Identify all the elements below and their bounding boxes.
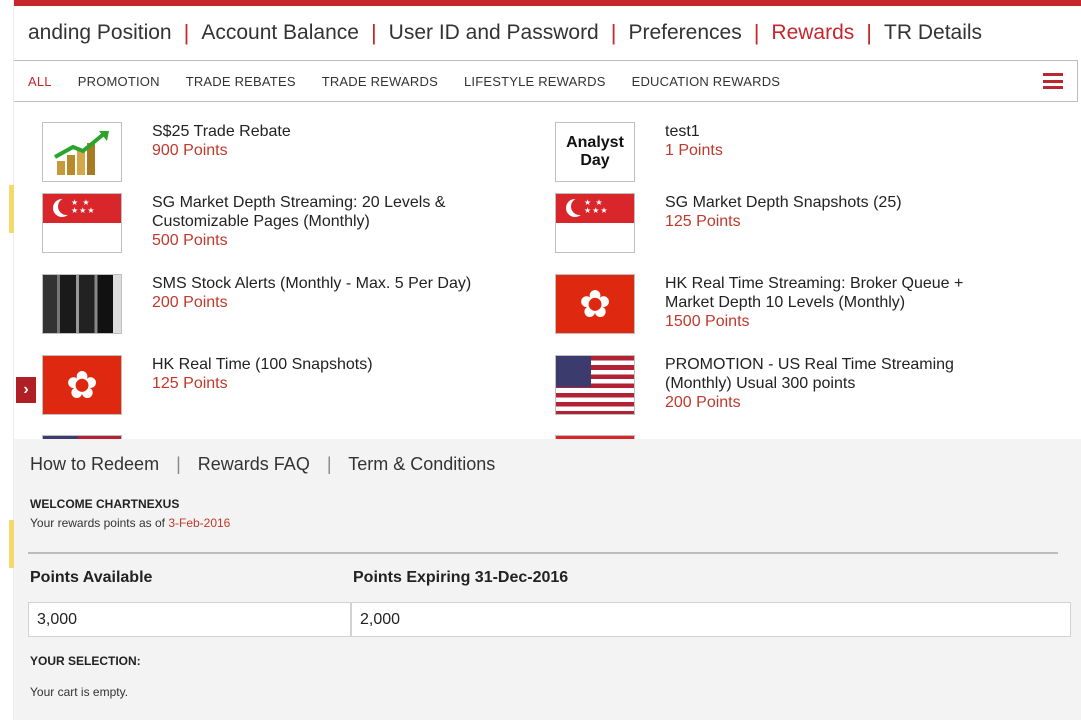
- reward-points: 900 Points: [152, 142, 228, 159]
- nav-item-standing-position[interactable]: anding Position: [28, 21, 172, 45]
- nav-separator: |: [370, 20, 377, 45]
- hk-flag-icon: ✿: [42, 355, 122, 415]
- terms-conditions-link[interactable]: Term & Conditions: [348, 454, 495, 474]
- expand-arrow-button[interactable]: ›: [16, 377, 36, 403]
- hamburger-icon[interactable]: [1043, 73, 1063, 89]
- hk-flag-icon: ✿: [555, 274, 635, 334]
- nav-item-user-id-password[interactable]: User ID and Password: [389, 21, 599, 45]
- as-of-date: 3-Feb-2016: [168, 516, 231, 530]
- points-available-value: 3,000: [28, 602, 351, 637]
- nav-separator: |: [183, 20, 190, 45]
- reward-points: 1500 Points: [665, 313, 750, 330]
- tab-promotion[interactable]: PROMOTION: [78, 74, 160, 89]
- top-navigation: anding Position | Account Balance | User…: [14, 0, 1081, 60]
- help-links: How to Redeem | Rewards FAQ | Term & Con…: [30, 454, 495, 475]
- as-of-prefix: Your rewards points as of: [30, 516, 169, 530]
- tab-education-rewards[interactable]: EDUCATION REWARDS: [632, 74, 781, 89]
- tab-trade-rewards[interactable]: TRADE REWARDS: [322, 74, 438, 89]
- reward-points: 1 Points: [665, 142, 723, 159]
- nav-separator: |: [610, 20, 617, 45]
- reward-title: PROMOTION - US Real Time Streaming (Mont…: [665, 356, 954, 392]
- how-to-redeem-link[interactable]: How to Redeem: [30, 454, 159, 474]
- points-expiring-value: 2,000: [351, 602, 1071, 637]
- tab-trade-rebates[interactable]: TRADE REBATES: [186, 74, 296, 89]
- points-expiring-label: Points Expiring 31-Dec-2016: [353, 569, 569, 586]
- us-flag-icon: [555, 355, 635, 415]
- nav-item-preferences[interactable]: Preferences: [628, 21, 741, 45]
- analyst-day-icon-line: Analyst: [566, 134, 624, 151]
- link-separator: |: [326, 454, 332, 474]
- analyst-day-icon-line: Day: [580, 152, 610, 169]
- points-as-of: Your rewards points as of 3-Feb-2016: [30, 516, 230, 530]
- reward-title: HK Real Time Streaming: Broker Queue + M…: [665, 275, 964, 311]
- nav-item-rewards[interactable]: Rewards: [771, 21, 854, 45]
- divider: [28, 552, 1058, 554]
- welcome-heading: WELCOME CHARTNEXUS: [30, 497, 180, 511]
- reward-points: 125 Points: [665, 213, 741, 230]
- points-available-label: Points Available: [30, 569, 153, 586]
- nav-item-tr-details[interactable]: TR Details: [884, 21, 982, 45]
- analyst-day-icon: Analyst Day: [555, 122, 635, 182]
- reward-title: test1: [665, 123, 700, 140]
- reward-points: 200 Points: [665, 394, 741, 411]
- nav-separator: |: [753, 20, 760, 45]
- tab-all[interactable]: ALL: [28, 74, 52, 89]
- reward-points: 500 Points: [152, 232, 228, 249]
- left-edge: [0, 0, 14, 720]
- tab-lifestyle-rewards[interactable]: LIFESTYLE REWARDS: [464, 74, 606, 89]
- reward-title: SG Market Depth Streaming: 20 Levels & C…: [152, 194, 446, 230]
- reward-title: SG Market Depth Snapshots (25): [665, 194, 902, 211]
- reward-category-tabs: ALL PROMOTION TRADE REBATES TRADE REWARD…: [14, 60, 1078, 102]
- link-separator: |: [176, 454, 181, 474]
- nav-separator: |: [866, 20, 873, 45]
- sg-flag-icon: ★ ★ ★★★: [42, 193, 122, 253]
- rewards-faq-link[interactable]: Rewards FAQ: [198, 454, 310, 474]
- rewards-list: S$25 Trade Rebate 900 Points Analyst Day…: [14, 103, 1078, 439]
- chart-coins-icon: [42, 122, 122, 182]
- your-selection-label: YOUR SELECTION:: [30, 654, 141, 668]
- reward-title: HK Real Time (100 Snapshots): [152, 356, 373, 373]
- reward-points: 125 Points: [152, 375, 228, 392]
- reward-title: S$25 Trade Rebate: [152, 123, 291, 140]
- sg-flag-icon: ★ ★ ★★★: [555, 193, 635, 253]
- nav-item-account-balance[interactable]: Account Balance: [201, 21, 359, 45]
- cart-status: Your cart is empty.: [30, 685, 129, 699]
- reward-points: 200 Points: [152, 294, 228, 311]
- phones-icon: [42, 274, 122, 334]
- reward-title: SMS Stock Alerts (Monthly - Max. 5 Per D…: [152, 275, 472, 292]
- points-summary-panel: How to Redeem | Rewards FAQ | Term & Con…: [14, 439, 1081, 720]
